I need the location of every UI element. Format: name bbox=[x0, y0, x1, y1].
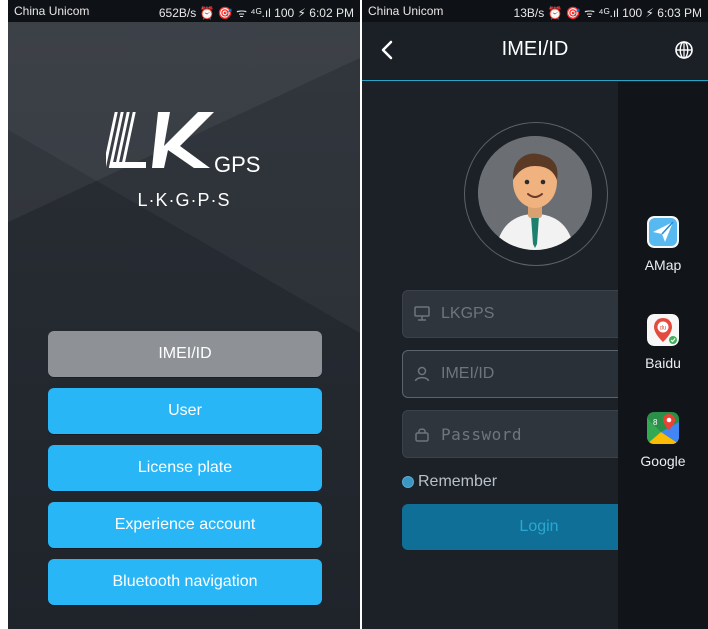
avatar bbox=[478, 136, 592, 250]
svg-text:8: 8 bbox=[653, 418, 658, 427]
map-selection-panel: AMap du Baidu 8 Google bbox=[618, 82, 708, 629]
top-app-bar: IMEI/ID bbox=[362, 22, 708, 81]
carrier-text: China Unicom bbox=[14, 4, 90, 18]
imei-id-button[interactable]: IMEI/ID bbox=[48, 331, 322, 377]
imei-login-screen: China Unicom 13B/s ⏰ 🎯 ᯤ ⁴ᴳ.ıl 100 ⚡ 6:0… bbox=[362, 0, 708, 629]
map-option-google[interactable]: 8 Google bbox=[618, 412, 708, 469]
user-icon bbox=[414, 366, 430, 382]
amap-label: AMap bbox=[644, 257, 682, 273]
remember-label: Remember bbox=[418, 473, 498, 490]
status-bar: China Unicom 13B/s ⏰ 🎯 ᯤ ⁴ᴳ.ıl 100 ⚡ 6:0… bbox=[362, 0, 708, 22]
amap-icon bbox=[647, 216, 679, 248]
baidu-icon: du bbox=[647, 314, 679, 346]
status-indicators: 652B/s ⏰ 🎯 ᯤ ⁴ᴳ.ıl 100 ⚡ 6:02 PM bbox=[158, 6, 354, 20]
baidu-label: Baidu bbox=[645, 355, 681, 371]
password-placeholder: Password bbox=[441, 425, 523, 444]
logo-subtitle: L·K·G·P·S bbox=[137, 190, 231, 210]
carrier-text: China Unicom bbox=[368, 4, 444, 18]
experience-account-button[interactable]: Experience account bbox=[48, 502, 322, 548]
login-type-screen: China Unicom 652B/s ⏰ 🎯 ᯤ ⁴ᴳ.ıl 100 ⚡ 6:… bbox=[8, 0, 360, 629]
lock-icon bbox=[415, 428, 429, 442]
lkgps-logo: GPS bbox=[106, 112, 260, 177]
map-option-baidu[interactable]: du Baidu bbox=[618, 314, 708, 371]
map-option-amap[interactable]: AMap bbox=[618, 216, 708, 273]
license-plate-button[interactable]: License plate bbox=[48, 445, 322, 491]
page-title: IMEI/ID bbox=[501, 38, 569, 60]
globe-icon[interactable] bbox=[674, 40, 694, 60]
status-bar: China Unicom 652B/s ⏰ 🎯 ᯤ ⁴ᴳ.ıl 100 ⚡ 6:… bbox=[8, 0, 360, 22]
server-icon bbox=[414, 306, 430, 321]
server-value: LKGPS bbox=[441, 305, 495, 322]
google-maps-icon: 8 bbox=[647, 412, 679, 444]
user-button[interactable]: User bbox=[48, 388, 322, 434]
status-indicators: 13B/s ⏰ 🎯 ᯤ ⁴ᴳ.ıl 100 ⚡ 6:03 PM bbox=[513, 6, 702, 20]
imei-id-placeholder: IMEI/ID bbox=[441, 365, 495, 382]
bluetooth-navigation-button[interactable]: Bluetooth navigation bbox=[48, 559, 322, 605]
google-label: Google bbox=[640, 453, 686, 469]
svg-text:GPS: GPS bbox=[214, 152, 260, 177]
svg-text:du: du bbox=[660, 326, 667, 332]
remember-radio[interactable] bbox=[402, 476, 414, 488]
remember-toggle[interactable]: Remember bbox=[402, 473, 497, 491]
